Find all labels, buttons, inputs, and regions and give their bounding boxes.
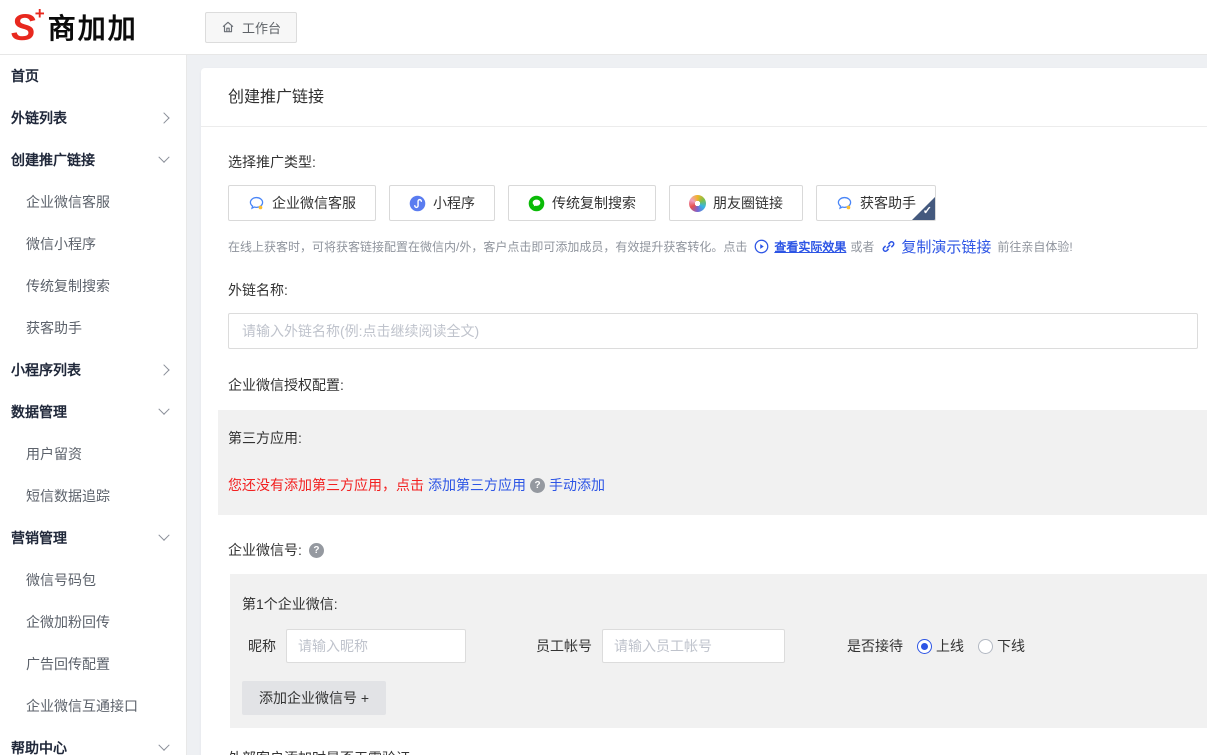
promo-type-label: 选择推广类型:: [228, 152, 1207, 172]
sidebar: 首页 外链列表 创建推广链接 企业微信客服 微信小程序 传统复制搜索 获客助手 …: [0, 55, 187, 755]
copy-demo-link[interactable]: 复制演示链接: [901, 236, 991, 257]
hint-text: 在线上获客时，可将获客链接配置在微信内/外，客户点击即可添加成员，有效提升获客转…: [228, 238, 747, 255]
sidebar-item-wecom-fans-callback[interactable]: 企微加粉回传: [0, 601, 186, 643]
nickname-input[interactable]: [286, 629, 466, 663]
sidebar-item-help-center[interactable]: 帮助中心: [0, 727, 186, 755]
radio-offline-label[interactable]: 下线: [997, 636, 1025, 656]
promo-type-label: 获客助手: [860, 193, 916, 213]
promo-hint: 在线上获客时，可将获客链接配置在微信内/外，客户点击即可添加成员，有效提升获客转…: [228, 236, 1207, 257]
chevron-down-icon: [158, 740, 169, 751]
assistant-chat-icon: [836, 195, 853, 212]
chevron-down-icon: [158, 530, 169, 541]
radio-online-label[interactable]: 上线: [936, 636, 964, 656]
sidebar-item-ad-callback-config[interactable]: 广告回传配置: [0, 643, 186, 685]
promo-type-wecom-service-button[interactable]: 企业微信客服: [228, 185, 376, 221]
third-party-app-section: 第三方应用: 您还没有添加第三方应用，点击 添加第三方应用 ? 手动添加: [218, 410, 1207, 515]
reception-label: 是否接待: [847, 636, 903, 656]
sidebar-item-wechat-miniprogram[interactable]: 微信小程序: [0, 223, 186, 265]
promo-type-buttons: 企业微信客服 小程序 传统复制搜索 朋友圈链接: [228, 185, 1207, 221]
sidebar-item-data-management[interactable]: 数据管理: [0, 391, 186, 433]
promo-type-label: 小程序: [433, 193, 475, 213]
hint-text-after: 前往亲自体验!: [997, 238, 1072, 255]
promo-type-miniprogram-button[interactable]: 小程序: [389, 185, 495, 221]
wecom-account-label: 企业微信号: ?: [228, 540, 1207, 560]
promo-type-label: 朋友圈链接: [713, 193, 783, 213]
main-content: 创建推广链接 选择推广类型: 企业微信客服 小程序: [187, 55, 1207, 755]
third-party-app-label: 第三方应用:: [228, 428, 1207, 448]
link-chain-icon[interactable]: [881, 239, 896, 254]
warning-text: 您还没有添加第三方应用，点击: [228, 475, 424, 495]
chevron-right-icon: [158, 112, 169, 123]
brand-logo-plus-icon: +: [35, 5, 45, 22]
topbar: S+ 商加加 工作台: [0, 0, 1207, 55]
sidebar-item-user-retention[interactable]: 用户留资: [0, 433, 186, 475]
chevron-down-icon: [158, 152, 169, 163]
brand-logo-text: 商加加: [48, 7, 138, 47]
promo-type-label: 企业微信客服: [272, 193, 356, 213]
sidebar-item-wecom-service[interactable]: 企业微信客服: [0, 181, 186, 223]
account-input[interactable]: [602, 629, 785, 663]
workspace-tab-label: 工作台: [242, 18, 281, 37]
promo-type-moments-link-button[interactable]: 朋友圈链接: [669, 185, 803, 221]
help-question-icon[interactable]: ?: [530, 478, 545, 493]
workspace-tab[interactable]: 工作台: [205, 12, 297, 43]
brand-logo[interactable]: S+ 商加加: [0, 7, 187, 47]
radio-dot: [921, 643, 928, 650]
check-icon: ✓: [923, 206, 935, 220]
help-question-icon[interactable]: ?: [309, 543, 324, 558]
sidebar-item-copy-search[interactable]: 传统复制搜索: [0, 265, 186, 307]
third-party-warning: 您还没有添加第三方应用，点击 添加第三方应用 ? 手动添加: [228, 475, 1207, 495]
sidebar-item-marketing-management[interactable]: 营销管理: [0, 517, 186, 559]
hint-text-or: 或者: [850, 238, 874, 255]
wecom-form-row: 昵称 员工帐号 是否接待 上线 下线: [242, 629, 1207, 663]
wecom-account-section: 第1个企业微信: 昵称 员工帐号 是否接待 上线 下线 添加企业微信号 +: [230, 574, 1207, 728]
link-name-label: 外链名称:: [228, 280, 1207, 300]
page-title: 创建推广链接: [201, 68, 1207, 127]
chevron-down-icon: [158, 404, 169, 415]
sidebar-item-home[interactable]: 首页: [0, 55, 186, 97]
sidebar-item-sms-tracking[interactable]: 短信数据追踪: [0, 475, 186, 517]
sidebar-item-wechat-number-pack[interactable]: 微信号码包: [0, 559, 186, 601]
promo-type-copy-search-button[interactable]: 传统复制搜索: [508, 185, 656, 221]
qw-chat-icon: [248, 195, 265, 212]
add-wecom-account-button[interactable]: 添加企业微信号 +: [242, 681, 386, 715]
miniprogram-icon: [409, 195, 426, 212]
verify-question-label: 外部客户添加时是否无需验证: [228, 748, 1207, 755]
wecom-auth-config-label: 企业微信授权配置:: [228, 375, 1207, 395]
account-label: 员工帐号: [536, 636, 592, 656]
promo-type-customer-assistant-button[interactable]: 获客助手 ✓: [816, 185, 936, 221]
create-promo-link-card: 创建推广链接 选择推广类型: 企业微信客服 小程序: [201, 68, 1207, 755]
sidebar-item-wecom-interop-api[interactable]: 企业微信互通接口: [0, 685, 186, 727]
view-demo-link[interactable]: 查看实际效果: [774, 238, 846, 255]
moments-icon: [689, 195, 706, 212]
radio-dot: [982, 643, 989, 650]
wecom-group-title: 第1个企业微信:: [242, 594, 1207, 614]
sidebar-item-miniprogram-list[interactable]: 小程序列表: [0, 349, 186, 391]
link-name-input[interactable]: [228, 313, 1198, 349]
brand-logo-s-icon: S+: [11, 9, 36, 46]
sidebar-item-create-promo-link[interactable]: 创建推广链接: [0, 139, 186, 181]
manual-add-link[interactable]: 手动添加: [549, 475, 605, 495]
chevron-right-icon: [158, 364, 169, 375]
sidebar-item-link-list[interactable]: 外链列表: [0, 97, 186, 139]
sidebar-item-customer-assistant[interactable]: 获客助手: [0, 307, 186, 349]
play-circle-icon[interactable]: [754, 239, 769, 254]
radio-online[interactable]: [917, 639, 932, 654]
promo-type-label: 传统复制搜索: [552, 193, 636, 213]
wechat-icon: [528, 195, 545, 212]
nickname-label: 昵称: [248, 636, 276, 656]
add-third-party-app-link[interactable]: 添加第三方应用: [428, 475, 526, 495]
home-icon: [221, 20, 235, 34]
radio-offline[interactable]: [978, 639, 993, 654]
